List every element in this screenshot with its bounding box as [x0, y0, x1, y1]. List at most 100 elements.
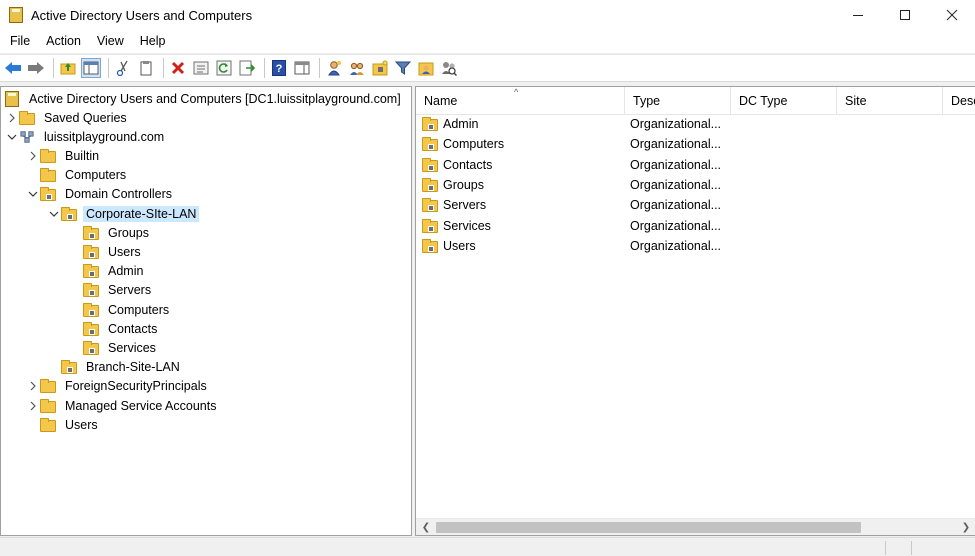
chevron-down-icon[interactable] [5, 127, 19, 146]
scroll-thumb[interactable] [436, 522, 861, 533]
list-item-type: Organizational... [630, 117, 722, 131]
cell-name: Computers [416, 137, 625, 152]
chevron-right-icon[interactable] [26, 396, 40, 415]
find-objects-button[interactable] [439, 58, 459, 78]
column-dc-type[interactable]: DC Type [731, 87, 837, 115]
tree-item-label: Computers [108, 302, 170, 317]
tree-item-contacts[interactable]: Contacts [69, 319, 160, 338]
tree-item-saved-queries[interactable]: Saved Queries [5, 108, 130, 127]
chevron-down-icon[interactable] [47, 204, 61, 223]
export-list-button[interactable] [237, 58, 257, 78]
properties-button[interactable] [191, 58, 211, 78]
tree-item-groups[interactable]: Groups [69, 223, 152, 242]
tree-item-luissitplayground-com[interactable]: luissitplayground.com [5, 127, 167, 146]
toolbar-separator [108, 58, 109, 78]
chevron-down-icon[interactable] [26, 185, 40, 204]
column-name[interactable]: ^ Name [416, 87, 625, 115]
new-ou-button[interactable] [370, 58, 390, 78]
ou-folder-icon [422, 157, 438, 172]
adsi-app-icon [9, 7, 23, 23]
tree-expander-spacer [69, 223, 83, 242]
column-type[interactable]: Type [625, 87, 731, 115]
horizontal-scrollbar[interactable]: ❮ ❯ [416, 518, 975, 535]
details-list[interactable]: ^ Name Type DC Type Site Desc Admin Organ… [415, 86, 975, 536]
ou-folder-icon [83, 340, 99, 355]
menu-help[interactable]: Help [132, 30, 174, 53]
tree-item-label: Contacts [108, 321, 158, 336]
up-one-level-button[interactable] [58, 58, 78, 78]
tree-item-servers[interactable]: Servers [69, 281, 154, 300]
status-separator [911, 541, 912, 555]
back-arrow-icon [5, 62, 21, 74]
list-item[interactable]: Contacts Organizational... [416, 155, 975, 175]
minimize-button[interactable] [834, 0, 881, 30]
help-button[interactable]: ? [269, 58, 289, 78]
ou-folder-icon [40, 187, 56, 202]
ou-folder-icon [83, 264, 99, 279]
tree-root[interactable]: Active Directory Users and Computers [DC… [5, 89, 404, 108]
find-objects-icon [442, 62, 457, 76]
delete-button[interactable] [168, 58, 188, 78]
new-group-button[interactable] [347, 58, 367, 78]
tree-item-managed-service-accounts[interactable]: Managed Service Accounts [26, 396, 219, 415]
show-action-pane-button[interactable] [292, 58, 312, 78]
tree-item-users[interactable]: Users [69, 242, 144, 261]
column-site-label: Site [845, 94, 867, 108]
tree-item-label: Saved Queries [44, 110, 127, 125]
up-folder-icon [60, 63, 76, 75]
copy-icon [140, 61, 152, 76]
column-site[interactable]: Site [837, 87, 943, 115]
chevron-right-icon[interactable] [26, 146, 40, 165]
tree-item-builtin[interactable]: Builtin [26, 146, 102, 165]
scroll-right-arrow-icon[interactable]: ❯ [960, 521, 972, 533]
list-item[interactable]: Admin Organizational... [416, 114, 975, 134]
folder-icon [40, 417, 56, 432]
new-user-icon [328, 61, 341, 76]
copy-button[interactable] [136, 58, 156, 78]
tree-item-services[interactable]: Services [69, 338, 159, 357]
list-item[interactable]: Services Organizational... [416, 216, 975, 236]
tree-expander-spacer [69, 338, 83, 357]
ou-folder-icon [83, 225, 99, 240]
console-tree[interactable]: Active Directory Users and Computers [DC… [0, 86, 412, 536]
refresh-button[interactable] [214, 58, 234, 78]
svg-text:?: ? [276, 63, 283, 75]
list-item[interactable]: Groups Organizational... [416, 175, 975, 195]
column-description[interactable]: Desc [943, 87, 975, 115]
menu-file[interactable]: File [2, 30, 38, 53]
menu-action[interactable]: Action [38, 30, 89, 53]
tree-item-admin[interactable]: Admin [69, 262, 146, 281]
cut-icon [116, 60, 128, 76]
chevron-right-icon[interactable] [5, 108, 19, 127]
tree-item-foreignsecurityprincipals[interactable]: ForeignSecurityPrincipals [26, 377, 210, 396]
export-list-icon [239, 60, 255, 76]
add-to-group-button[interactable] [416, 58, 436, 78]
scroll-left-arrow-icon[interactable]: ❮ [420, 521, 432, 533]
tree-item-users[interactable]: Users [26, 415, 101, 434]
show-hide-console-tree-button[interactable] [81, 58, 101, 78]
window-title: Active Directory Users and Computers [31, 7, 253, 23]
maximize-button[interactable] [881, 0, 928, 30]
list-item[interactable]: Servers Organizational... [416, 195, 975, 215]
chevron-right-icon[interactable] [26, 377, 40, 396]
tree-item-domain-controllers[interactable]: Domain Controllers [26, 185, 175, 204]
tree-item-branch-site-lan[interactable]: Branch-Site-LAN [47, 358, 183, 377]
filter-button[interactable] [393, 58, 413, 78]
close-button[interactable] [928, 0, 975, 30]
cut-button[interactable] [113, 58, 133, 78]
status-separator [885, 541, 886, 555]
add-to-group-icon [418, 62, 434, 76]
list-item[interactable]: Computers Organizational... [416, 134, 975, 154]
tree-item-label: Computers [65, 168, 127, 183]
ou-folder-icon [61, 206, 77, 221]
list-item[interactable]: Users Organizational... [416, 236, 975, 256]
show-hide-console-tree-icon [83, 61, 99, 75]
tree-item-computers[interactable]: Computers [69, 300, 172, 319]
tree-item-computers[interactable]: Computers [26, 166, 129, 185]
list-item-type: Organizational... [630, 238, 722, 253]
new-user-button[interactable] [324, 58, 344, 78]
menu-view[interactable]: View [89, 30, 132, 53]
tree-item-corporate-site-lan[interactable]: Corporate-SIte-LAN [47, 204, 200, 223]
back-button[interactable] [3, 58, 23, 78]
forward-button[interactable] [26, 58, 46, 78]
